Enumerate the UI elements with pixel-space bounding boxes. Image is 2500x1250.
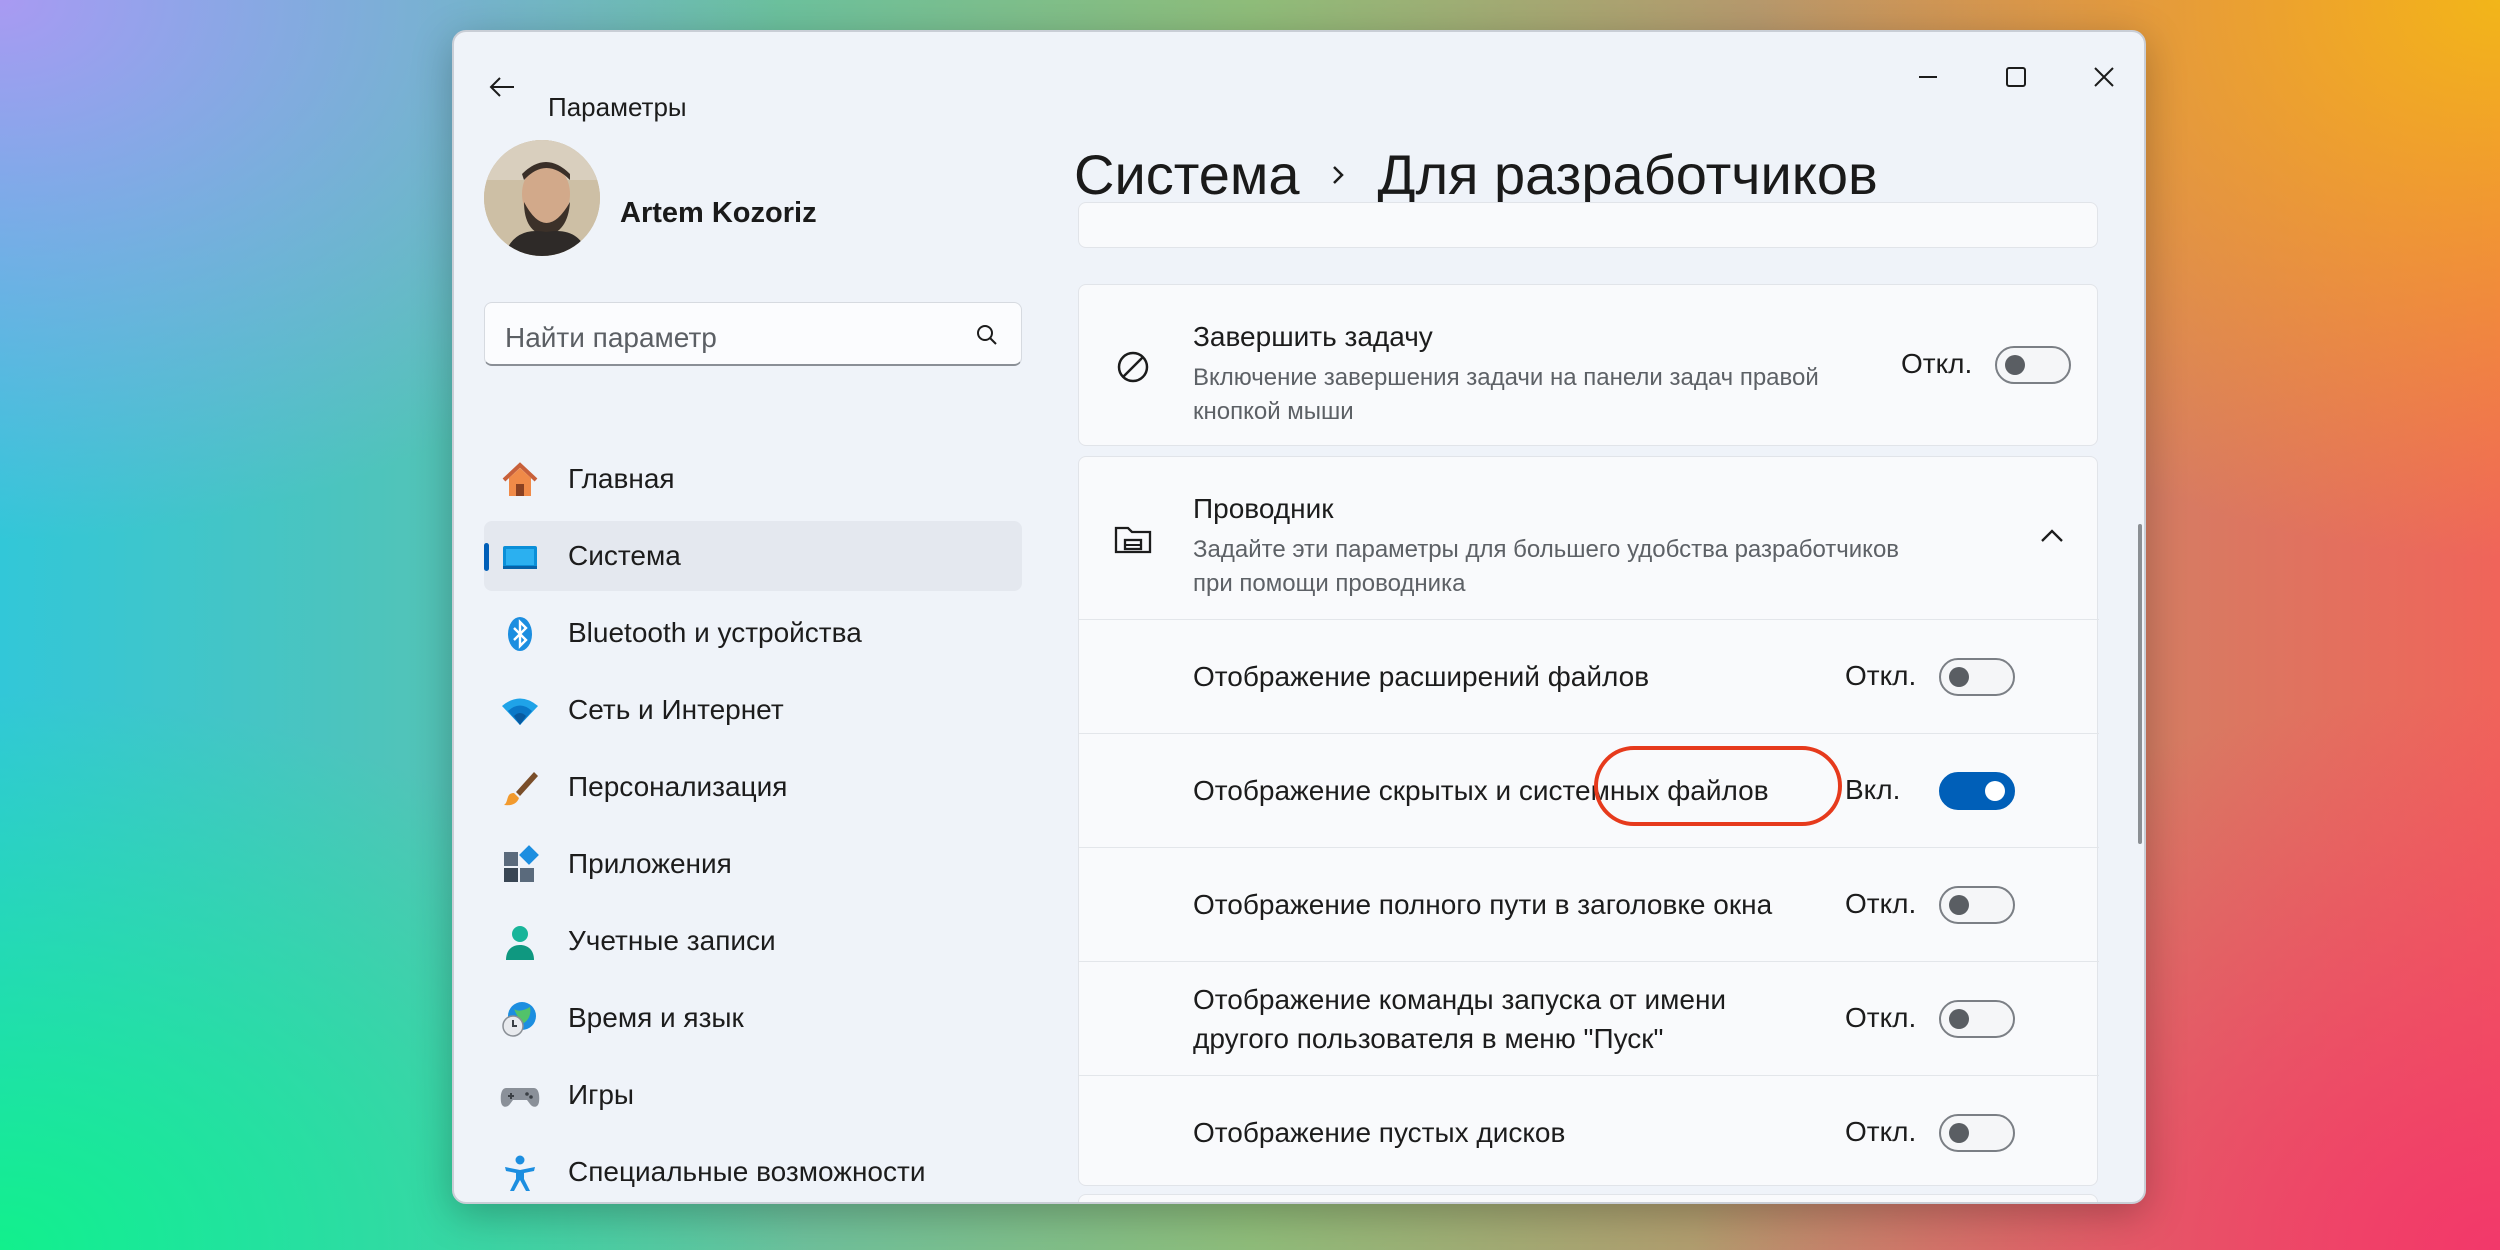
setting-label: Отображение расширений файлов [1193, 661, 1650, 692]
setting-row: Отображение полного пути в заголовке окн… [1079, 847, 2099, 961]
run-as-other-user-toggle[interactable] [1939, 1000, 2015, 1038]
explorer-header[interactable]: Проводник Задайте эти параметры для боль… [1079, 457, 2099, 619]
next-card [1078, 1194, 2098, 1202]
sidebar-item-label: Время и язык [568, 1002, 744, 1033]
minimize-button[interactable] [1908, 60, 1948, 94]
full-path-toggle[interactable] [1939, 886, 2015, 924]
explorer-title: Проводник [1193, 493, 1334, 524]
setting-state-label: Откл. [1845, 888, 1917, 919]
end-task-state-label: Откл. [1901, 348, 1973, 379]
home-icon [502, 462, 538, 496]
setting-row: Отображение скрытых и системных файлов В… [1079, 733, 2099, 847]
page-title: Для разработчиков [1377, 143, 1878, 206]
file-extensions-toggle[interactable] [1939, 658, 2015, 696]
sidebar-item-label: Сеть и Интернет [568, 694, 784, 725]
sidebar-item-bluetooth[interactable]: Bluetooth и устройства [484, 598, 1022, 668]
sidebar-item-personalization[interactable]: Персонализация [484, 752, 1022, 822]
setting-state-label: Откл. [1845, 1002, 1917, 1033]
user-name: Artem Kozoriz [620, 197, 817, 229]
chevron-up-icon[interactable] [2039, 527, 2065, 545]
active-indicator [484, 543, 489, 571]
avatar-photo [484, 140, 600, 256]
setting-label: Отображение полного пути в заголовке окн… [1193, 889, 1773, 920]
close-button[interactable] [2084, 60, 2124, 94]
back-button[interactable] [484, 72, 520, 102]
gamepad-icon [500, 1088, 540, 1107]
sidebar-item-gaming[interactable]: Игры [484, 1060, 1022, 1130]
end-task-title: Завершить задачу [1193, 321, 1433, 352]
sidebar-item-time-language[interactable]: Время и язык [484, 983, 1022, 1053]
app-title: Параметры [548, 92, 687, 122]
setting-row: Отображение расширений файлов Откл. [1079, 619, 2099, 733]
setting-row: Отображение команды запуска от имени дру… [1079, 961, 2099, 1075]
end-task-description: Включение завершения задачи на панели за… [1193, 364, 1819, 425]
highlight-ring [1594, 746, 1842, 826]
back-arrow-icon [489, 77, 514, 97]
system-icon [503, 546, 537, 569]
settings-window: Параметры Artem Kozoriz Найти параметр Г… [452, 30, 2146, 1204]
sidebar-item-label: Bluetooth и устройства [568, 617, 862, 648]
wifi-icon [502, 698, 538, 725]
breadcrumb: Система Для разработчиков [1074, 142, 1878, 207]
sidebar-item-accessibility[interactable]: Специальные возможности [484, 1137, 1022, 1202]
close-icon [2094, 67, 2114, 87]
sidebar-item-label: Игры [568, 1079, 635, 1110]
time-language-icon [502, 1002, 536, 1037]
brush-icon [504, 772, 538, 806]
setting-state-label: Откл. [1845, 660, 1917, 691]
end-task-toggle[interactable] [1995, 346, 2071, 384]
toggle-knob [2005, 355, 2025, 375]
explorer-description: Задайте эти параметры для большего удобс… [1193, 536, 1900, 597]
setting-label: Отображение команды запуска от имени дру… [1193, 984, 1727, 1054]
explorer-card: Проводник Задайте эти параметры для боль… [1078, 456, 2099, 1187]
sidebar-item-network[interactable]: Сеть и Интернет [484, 675, 1022, 745]
sidebar-item-label: Специальные возможности [568, 1156, 926, 1187]
setting-row: Отображение пустых дисков Откл. [1079, 1075, 2099, 1187]
account-icon [506, 926, 534, 960]
toggle-knob [1949, 667, 1969, 687]
sidebar-item-apps[interactable]: Приложения [484, 829, 1022, 899]
bluetooth-icon [508, 617, 532, 651]
toggle-knob [1949, 1123, 1969, 1143]
setting-state-label: Откл. [1845, 1116, 1917, 1147]
sidebar-nav: Главная Система Bluetooth и устройства С… [484, 444, 1022, 1202]
maximize-button[interactable] [1996, 60, 2036, 94]
empty-drives-toggle[interactable] [1939, 1114, 2015, 1152]
apps-icon [504, 845, 539, 882]
sidebar-item-system[interactable]: Система [484, 521, 1022, 591]
toggle-knob [1949, 1009, 1969, 1029]
sidebar-item-label: Система [568, 540, 681, 571]
sidebar-item-label: Учетные записи [568, 925, 776, 956]
setting-state-label: Вкл. [1845, 774, 1901, 805]
block-icon [1117, 351, 1149, 383]
sidebar-item-home[interactable]: Главная [484, 444, 1022, 514]
toggle-knob [1949, 895, 1969, 915]
sidebar-item-label: Персонализация [568, 771, 788, 802]
accessibility-icon [505, 1155, 535, 1191]
sidebar-item-label: Приложения [568, 848, 732, 879]
sidebar-item-accounts[interactable]: Учетные записи [484, 906, 1022, 976]
breadcrumb-chevron-icon [1330, 161, 1348, 189]
hidden-files-toggle[interactable] [1939, 772, 2015, 810]
sidebar-item-label: Главная [568, 463, 675, 494]
maximize-icon [2006, 67, 2026, 87]
folder-icon [1114, 526, 1152, 554]
search-placeholder: Найти параметр [505, 322, 717, 353]
toggle-knob [1985, 781, 2005, 801]
avatar[interactable] [484, 140, 600, 256]
scrollbar[interactable] [2138, 524, 2142, 844]
setting-label: Отображение пустых дисков [1193, 1117, 1566, 1148]
title-bar: Параметры [454, 32, 2144, 122]
minimize-icon [1919, 76, 1937, 78]
breadcrumb-parent[interactable]: Система [1074, 142, 1300, 207]
search-input[interactable]: Найти параметр [484, 302, 1022, 366]
search-icon[interactable] [973, 321, 1001, 349]
previous-card [1078, 202, 2098, 248]
end-task-card: Завершить задачу Включение завершения за… [1078, 284, 2098, 446]
